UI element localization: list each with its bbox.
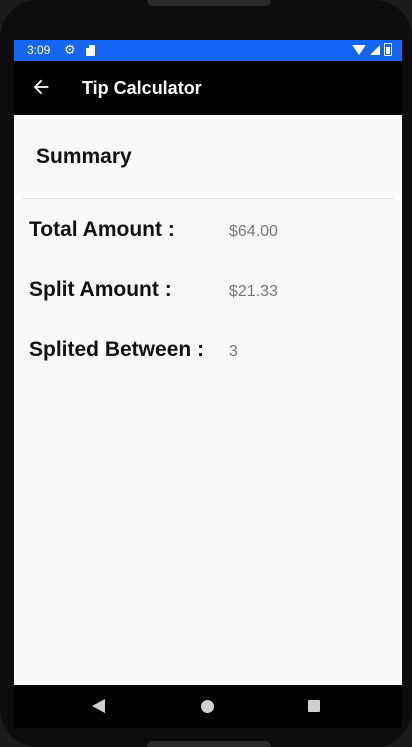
status-icons: [352, 43, 392, 56]
divider: [22, 198, 394, 199]
sd-card-icon: [86, 45, 95, 56]
wifi-icon: [352, 44, 366, 55]
nav-back-icon[interactable]: [92, 699, 105, 713]
status-time: 3:09: [27, 43, 51, 57]
summary-heading: Summary: [36, 145, 132, 168]
summary-content: Summary Total Amount : $64.00 Split Amou…: [14, 115, 402, 685]
top-speaker: [147, 0, 271, 6]
battery-icon: [384, 43, 392, 56]
nav-recents-icon[interactable]: [308, 700, 320, 712]
back-arrow-icon[interactable]: [30, 76, 52, 98]
status-bar: 3:09 ⚙: [14, 40, 402, 61]
total-amount-label: Total Amount :: [29, 218, 175, 241]
split-between-row: Splited Between : 3: [29, 338, 389, 368]
app-title: Tip Calculator: [82, 78, 202, 98]
phone-frame: 3:09 ⚙ Tip Calculator Summary Total Amou…: [0, 0, 412, 747]
split-between-value: 3: [229, 343, 238, 360]
navigation-bar: [14, 685, 402, 728]
total-amount-value: $64.00: [229, 223, 278, 240]
total-amount-row: Total Amount : $64.00: [29, 218, 389, 248]
signal-icon: [370, 44, 380, 55]
app-bar: Tip Calculator: [14, 61, 402, 115]
gear-icon: ⚙: [64, 42, 76, 57]
split-amount-row: Split Amount : $21.33: [29, 278, 389, 308]
screen: 3:09 ⚙ Tip Calculator Summary Total Amou…: [14, 40, 402, 728]
split-amount-label: Split Amount :: [29, 278, 172, 301]
nav-home-icon[interactable]: [201, 700, 214, 713]
bottom-bezel-notch: [147, 741, 271, 747]
split-between-label: Splited Between :: [29, 338, 205, 361]
split-amount-value: $21.33: [229, 283, 278, 300]
